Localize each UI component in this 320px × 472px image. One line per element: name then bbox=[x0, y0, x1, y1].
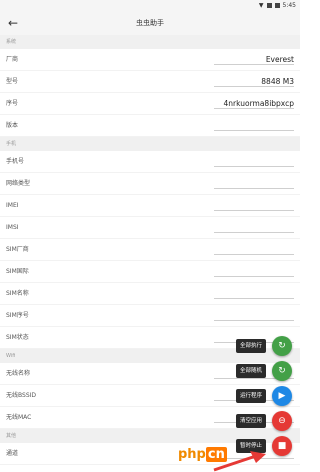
row-label: 网络类型 bbox=[6, 180, 31, 187]
field-underline bbox=[214, 298, 294, 299]
status-icons: ▼ 5:45 bbox=[259, 0, 296, 11]
info-row[interactable]: IMEI bbox=[0, 195, 300, 217]
field-underline bbox=[214, 166, 294, 167]
fab-item[interactable]: 清空应用 ⊖ bbox=[208, 411, 292, 431]
minus-circle-button[interactable]: ⊖ bbox=[272, 411, 292, 431]
fab-item[interactable]: 全部执行 ↻ bbox=[208, 336, 292, 356]
row-label: SIM厂商 bbox=[6, 246, 29, 253]
refresh-button[interactable]: ↻ bbox=[272, 336, 292, 356]
fab-label[interactable]: 全部执行 bbox=[235, 339, 266, 353]
row-label: SIM名称 bbox=[6, 290, 29, 297]
row-label: 序号 bbox=[6, 100, 19, 107]
battery-icon bbox=[274, 3, 280, 8]
info-row[interactable]: SIM名称 bbox=[0, 283, 300, 305]
section-header: 手机 bbox=[0, 137, 300, 151]
info-row[interactable]: 网络类型 bbox=[0, 173, 300, 195]
info-row[interactable]: SIM国际 bbox=[0, 261, 300, 283]
field-underline bbox=[214, 108, 294, 109]
row-label: 厂商 bbox=[6, 56, 19, 63]
field-underline bbox=[214, 210, 294, 211]
info-row[interactable]: 序号 4nrkuorma8ibpxcp bbox=[0, 93, 300, 115]
page-title: 虫虫助手 bbox=[136, 19, 164, 27]
fab-item[interactable]: 全部随机 ↻ bbox=[208, 361, 292, 381]
field-underline bbox=[214, 64, 294, 65]
row-label: SIM序号 bbox=[6, 312, 29, 319]
fab-item[interactable]: 运行程序 ▶ bbox=[208, 386, 292, 406]
info-row[interactable]: IMSI bbox=[0, 217, 300, 239]
info-row[interactable]: 型号 8848 M3 bbox=[0, 71, 300, 93]
info-row[interactable]: SIM序号 bbox=[0, 305, 300, 327]
field-underline bbox=[214, 276, 294, 277]
row-label: 型号 bbox=[6, 78, 19, 85]
info-row[interactable]: 版本 bbox=[0, 115, 300, 137]
status-time: 5:45 bbox=[282, 2, 296, 9]
play-button[interactable]: ▶ bbox=[272, 386, 292, 406]
row-label: 通道 bbox=[6, 450, 19, 457]
row-label: SIM状态 bbox=[6, 334, 29, 341]
field-underline bbox=[214, 232, 294, 233]
signal-icon bbox=[266, 3, 272, 8]
fab-label[interactable]: 运行程序 bbox=[235, 389, 266, 403]
row-label: 版本 bbox=[6, 122, 19, 129]
field-underline bbox=[214, 188, 294, 189]
row-label: 无线名称 bbox=[6, 370, 31, 377]
info-row[interactable]: 厂商 Everest bbox=[0, 49, 300, 71]
info-row[interactable]: SIM厂商 bbox=[0, 239, 300, 261]
field-underline bbox=[214, 86, 294, 87]
row-label: IMSI bbox=[6, 224, 19, 231]
row-label: 无线MAC bbox=[6, 414, 32, 421]
field-underline bbox=[214, 254, 294, 255]
row-label: 手机号 bbox=[6, 158, 25, 165]
annotation-arrow bbox=[213, 451, 266, 472]
app-bar: ← 虫虫助手 bbox=[0, 11, 300, 35]
fab-label[interactable]: 清空应用 bbox=[235, 414, 266, 428]
status-bar: ▼ 5:45 bbox=[0, 0, 300, 11]
fab-label[interactable]: 全部随机 bbox=[235, 364, 266, 378]
stop-button[interactable]: ■ bbox=[272, 436, 292, 456]
info-row[interactable]: 手机号 bbox=[0, 151, 300, 173]
section-header: 系统 bbox=[0, 35, 300, 49]
refresh-button[interactable]: ↻ bbox=[272, 361, 292, 381]
row-label: SIM国际 bbox=[6, 268, 29, 275]
field-underline bbox=[214, 320, 294, 321]
wifi-icon: ▼ bbox=[258, 2, 264, 9]
row-label: IMEI bbox=[6, 202, 19, 209]
field-underline bbox=[214, 130, 294, 131]
row-label: 无线BSSID bbox=[6, 392, 37, 399]
